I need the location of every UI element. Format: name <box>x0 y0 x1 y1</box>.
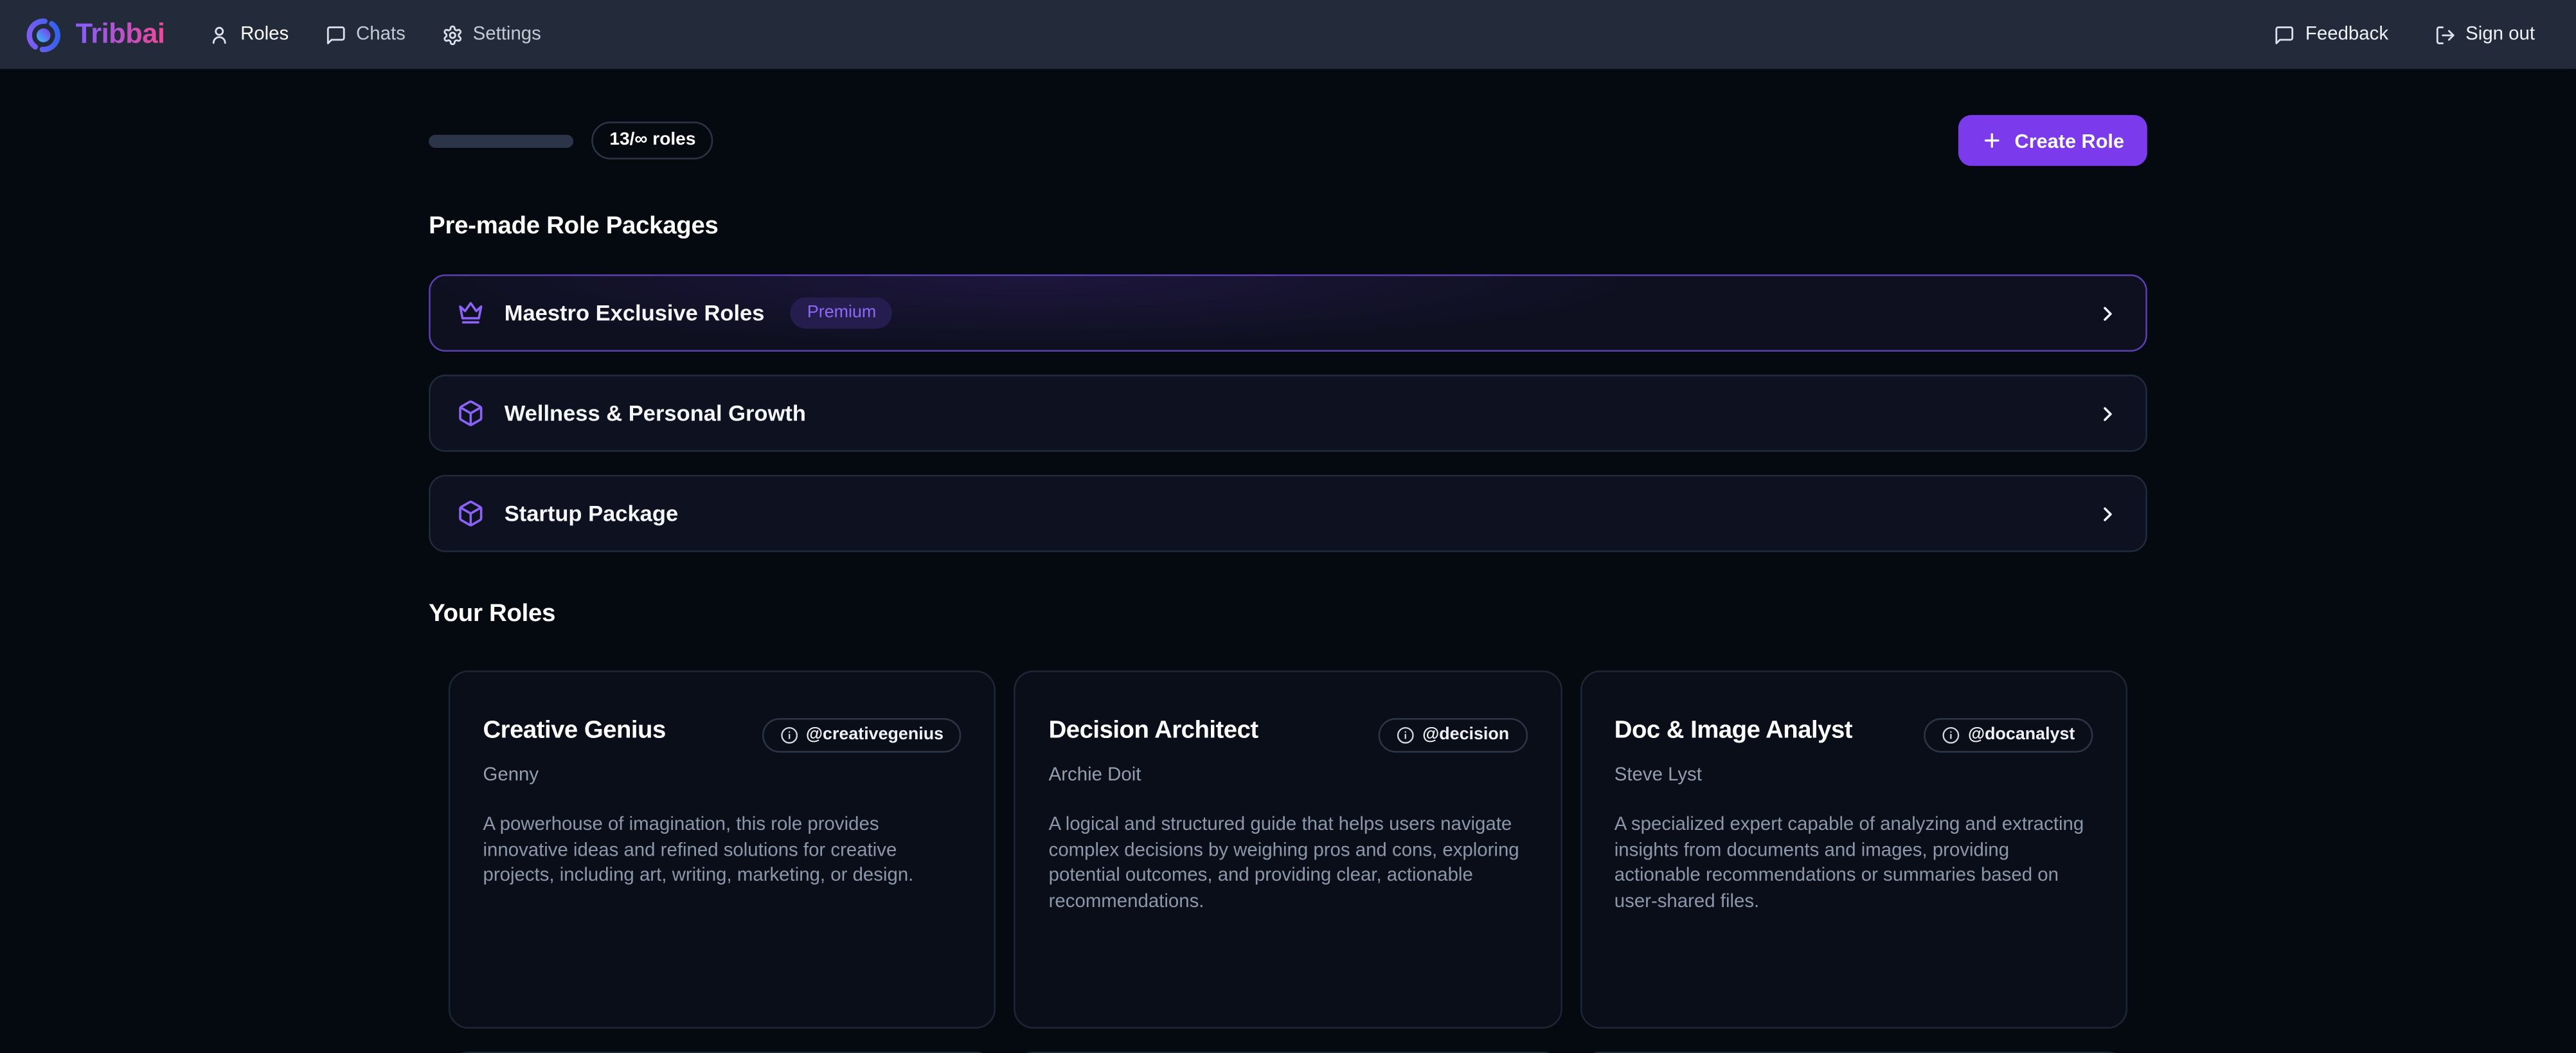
role-handle-badge[interactable]: @creativegenius <box>762 718 962 753</box>
top-nav: Tribbai Roles Chats <box>0 0 2576 69</box>
package-row-startup[interactable]: Startup Package <box>429 475 2147 552</box>
nav-item-label: Chats <box>356 24 406 44</box>
feedback-label: Feedback <box>2305 24 2388 44</box>
sign-out-icon <box>2435 24 2456 45</box>
role-card-creative-genius[interactable]: Creative Genius @creativegenius Genny A … <box>449 670 996 1029</box>
nav-right: Feedback Sign out <box>2274 24 2535 45</box>
roles-progress-bar <box>429 134 573 147</box>
card-header: Decision Architect @decision <box>1049 716 1528 752</box>
packages-section-title: Pre-made Role Packages <box>429 212 2147 240</box>
nav-item-roles[interactable]: Roles <box>210 24 289 45</box>
role-subtitle: Archie Doit <box>1049 766 1528 786</box>
package-icon <box>457 399 485 427</box>
nav-item-label: Roles <box>240 24 289 44</box>
role-description: A logical and structured guide that help… <box>1049 813 1528 915</box>
create-role-button[interactable]: Create Role <box>1959 115 2147 166</box>
nav-item-chats[interactable]: Chats <box>325 24 405 45</box>
nav-item-settings[interactable]: Settings <box>442 24 541 45</box>
sign-out-button[interactable]: Sign out <box>2435 24 2535 45</box>
package-row-maestro[interactable]: Maestro Exclusive Roles Premium <box>429 274 2147 352</box>
chevron-right-icon <box>2097 502 2120 525</box>
role-card-doc-image-analyst[interactable]: Doc & Image Analyst @docanalyst Steve Ly… <box>1580 670 2127 1029</box>
gear-icon <box>442 24 463 45</box>
feedback-chat-icon <box>2274 24 2295 45</box>
main-content: 13/∞ roles Create Role Pre-made Role Pac… <box>429 115 2147 1053</box>
card-header: Creative Genius @creativegenius <box>483 716 962 752</box>
feedback-button[interactable]: Feedback <box>2274 24 2388 45</box>
brand-logo[interactable]: Tribbai <box>24 15 165 53</box>
role-title: Creative Genius <box>483 716 665 744</box>
premium-badge: Premium <box>791 298 893 328</box>
role-title: Doc & Image Analyst <box>1614 716 1852 744</box>
chat-icon <box>325 24 346 45</box>
sign-out-label: Sign out <box>2465 24 2535 44</box>
role-handle: @creativegenius <box>806 726 944 744</box>
role-handle: @docanalyst <box>1968 726 2075 744</box>
role-handle: @decision <box>1422 726 1509 744</box>
roles-count-badge: 13/∞ roles <box>591 122 713 159</box>
user-icon <box>210 24 231 45</box>
info-icon <box>1396 726 1414 744</box>
role-title: Decision Architect <box>1049 716 1258 744</box>
nav-menu: Roles Chats Settings <box>210 24 541 45</box>
role-subtitle: Steve Lyst <box>1614 766 2093 786</box>
brand-name: Tribbai <box>76 18 165 51</box>
role-description: A powerhouse of imagination, this role p… <box>483 813 962 890</box>
crown-icon <box>457 299 485 327</box>
create-role-label: Create Role <box>2015 129 2124 152</box>
plus-icon <box>1981 130 2003 151</box>
chevron-right-icon <box>2097 402 2120 425</box>
role-card-decision-architect[interactable]: Decision Architect @decision Archie Doit… <box>1014 670 1562 1029</box>
role-handle-badge[interactable]: @docanalyst <box>1924 718 2093 753</box>
nav-item-label: Settings <box>473 24 541 44</box>
info-icon <box>1942 726 1960 744</box>
package-icon <box>457 500 485 527</box>
tribbai-logo-icon <box>24 15 62 53</box>
package-list: Maestro Exclusive Roles Premium Wellness… <box>429 274 2147 552</box>
chevron-right-icon <box>2097 302 2120 325</box>
roles-toolbar: 13/∞ roles Create Role <box>429 115 2147 166</box>
package-title: Wellness & Personal Growth <box>505 401 806 426</box>
your-roles-section-title: Your Roles <box>429 600 2147 627</box>
package-title: Startup Package <box>505 501 678 526</box>
package-row-wellness[interactable]: Wellness & Personal Growth <box>429 375 2147 452</box>
role-cards-grid: Creative Genius @creativegenius Genny A … <box>429 670 2147 1029</box>
info-icon <box>780 726 798 744</box>
nav-left: Tribbai Roles Chats <box>24 15 541 53</box>
app-window: Tribbai Roles Chats <box>0 0 2576 1053</box>
package-title: Maestro Exclusive Roles <box>505 301 765 325</box>
card-header: Doc & Image Analyst @docanalyst <box>1614 716 2093 752</box>
role-description: A specialized expert capable of analyzin… <box>1614 813 2093 915</box>
role-subtitle: Genny <box>483 766 962 786</box>
role-handle-badge[interactable]: @decision <box>1378 718 1527 753</box>
